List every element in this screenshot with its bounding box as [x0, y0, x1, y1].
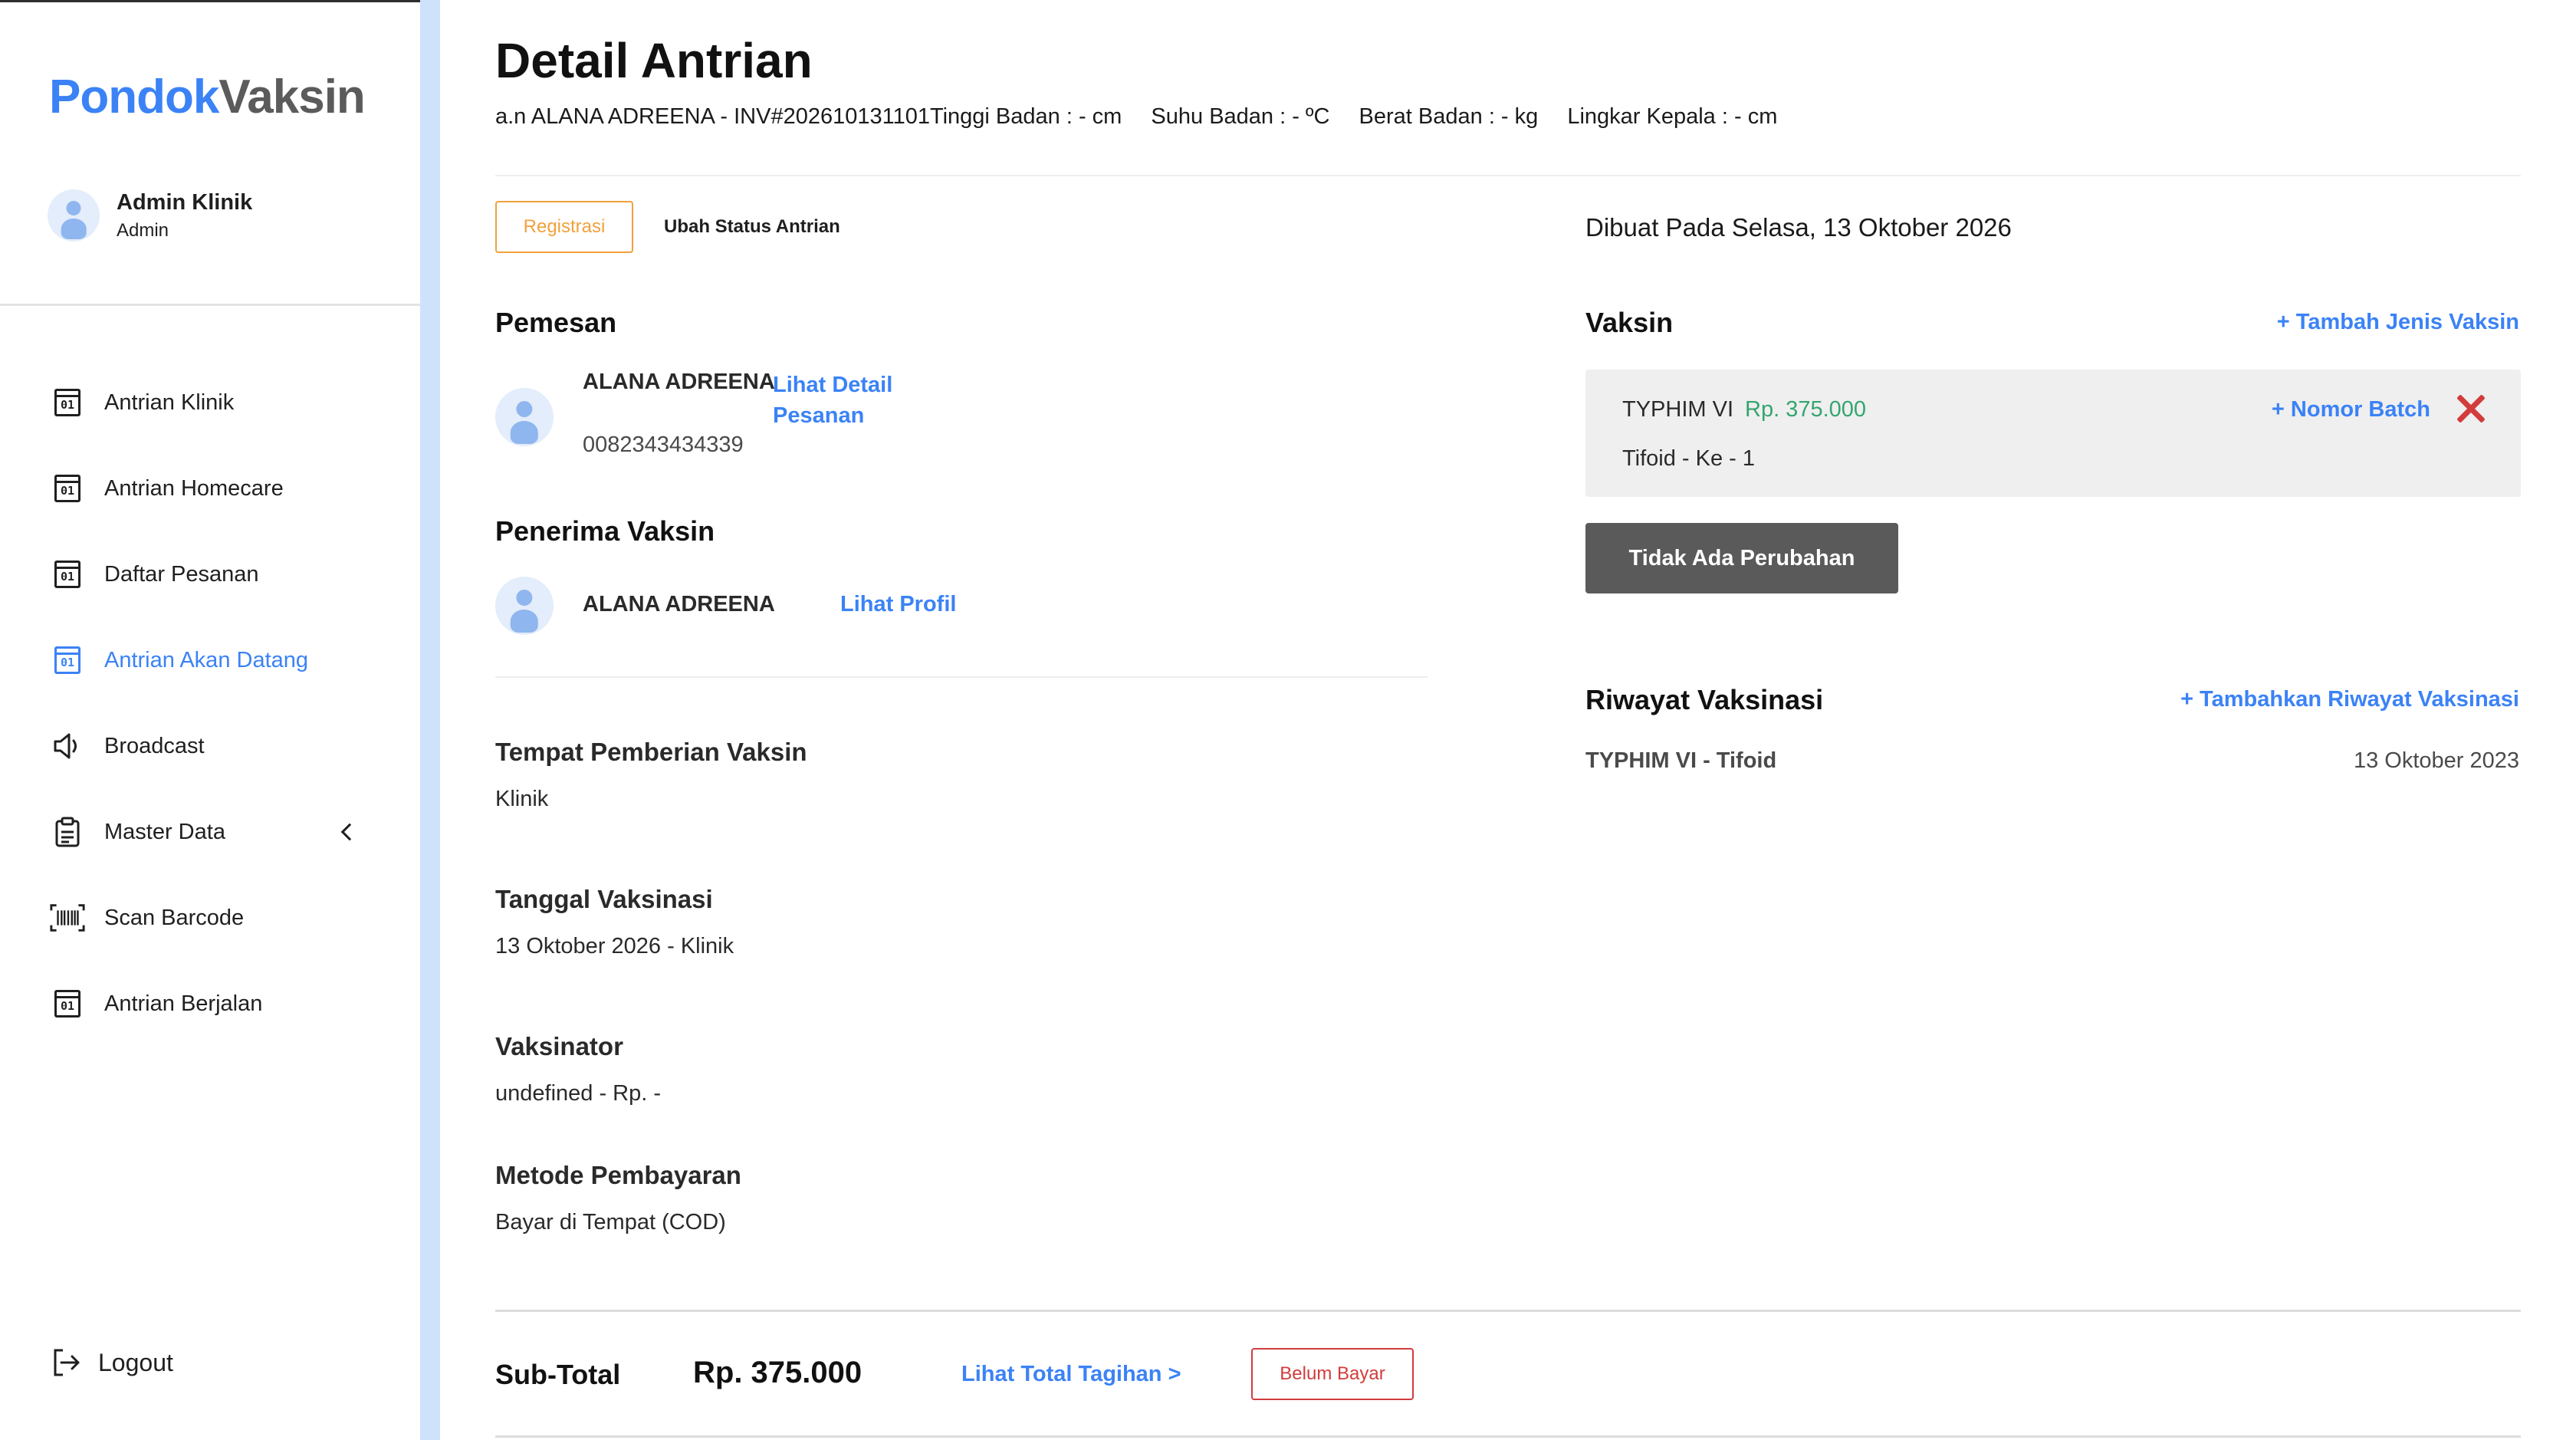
subtotal-label: Sub-Total	[495, 1359, 621, 1390]
speaker-icon	[49, 728, 86, 764]
patient-info-line: a.n ALANA ADREENA - INV#202610131101Ting…	[495, 104, 1800, 130]
date-heading: Tanggal Vaksinasi	[495, 885, 713, 913]
sidebar-item-label: Broadcast	[104, 733, 205, 758]
height-info: Tinggi Badan : - cm	[929, 104, 1122, 129]
vaccinator-value: undefined - Rp. -	[495, 1081, 662, 1106]
footer-divider	[495, 1310, 2521, 1312]
no-change-button[interactable]: Tidak Ada Perubahan	[1585, 523, 1898, 593]
add-vaccine-type-link[interactable]: + Tambah Jenis Vaksin	[2277, 310, 2519, 335]
payment-method-heading: Metode Pembayaran	[495, 1161, 741, 1189]
user-avatar	[48, 189, 100, 242]
date-value: 13 Oktober 2026 - Klinik	[495, 934, 734, 958]
section-divider	[495, 676, 1428, 678]
sidebar-edge	[420, 0, 440, 1440]
orderer-phone: 0082343434339	[583, 432, 744, 457]
user-profile[interactable]: Admin Klinik Admin	[48, 189, 252, 242]
add-batch-number-link[interactable]: + Nomor Batch	[2272, 397, 2430, 422]
sidebar-item-label: Scan Barcode	[104, 905, 245, 930]
view-total-bill-link[interactable]: Lihat Total Tagihan >	[961, 1362, 1181, 1387]
calendar-icon: 01	[49, 470, 86, 507]
barcode-icon	[49, 899, 86, 936]
orderer-avatar	[495, 388, 554, 446]
payment-status-badge: Belum Bayar	[1251, 1348, 1414, 1400]
sidebar-item-master-data[interactable]: Master Data	[49, 789, 379, 875]
history-vaccine: TYPHIM VI - Tifoid	[1585, 748, 1777, 773]
user-name: Admin Klinik	[117, 189, 253, 215]
recipient-heading: Penerima Vaksin	[495, 515, 715, 547]
sidebar-item-label: Antrian Berjalan	[104, 991, 263, 1016]
sidebar-item-antrian-klinik[interactable]: 01 Antrian Klinik	[49, 360, 379, 445]
page-title: Detail Antrian	[495, 33, 813, 88]
vaccine-price: Rp. 375.000	[1745, 397, 1867, 422]
subtotal-value: Rp. 375.000	[693, 1356, 863, 1389]
orderer-heading: Pemesan	[495, 307, 617, 338]
main-content: Detail Antrian a.n ALANA ADREENA - INV#2…	[495, 0, 2521, 1440]
sidebar-menu: 01 Antrian Klinik 01 Antrian Homecare 01…	[49, 360, 379, 1047]
footer-bottom-divider	[495, 1435, 2521, 1438]
calendar-icon: 01	[49, 556, 86, 593]
history-date: 13 Oktober 2023	[2353, 748, 2519, 773]
user-role: Admin	[117, 219, 169, 241]
sidebar-item-label: Antrian Klinik	[104, 390, 235, 415]
logout-button[interactable]: Logout	[49, 1346, 173, 1379]
orderer-name: ALANA ADREENA	[583, 370, 775, 394]
logout-icon	[49, 1346, 83, 1379]
recipient-name: ALANA ADREENA	[583, 592, 775, 616]
created-date: Dibuat Pada Selasa, 13 Oktober 2026	[1585, 213, 2012, 242]
sidebar-item-antrian-berjalan[interactable]: 01 Antrian Berjalan	[49, 961, 379, 1047]
weight-info: Berat Badan : - kg	[1359, 104, 1539, 129]
temperature-info: Suhu Badan : - ºC	[1151, 104, 1330, 129]
clipboard-icon	[49, 814, 86, 850]
place-heading: Tempat Pemberian Vaksin	[495, 738, 807, 766]
tab-registrasi[interactable]: Registrasi	[495, 201, 633, 253]
calendar-icon: 01	[49, 642, 86, 679]
sidebar-item-daftar-pesanan[interactable]: 01 Daftar Pesanan	[49, 531, 379, 617]
sidebar-item-antrian-akan-datang[interactable]: 01 Antrian Akan Datang	[49, 617, 379, 703]
history-heading: Riwayat Vaksinasi	[1585, 684, 1824, 715]
calendar-icon: 01	[49, 384, 86, 421]
sidebar-item-label: Antrian Akan Datang	[104, 647, 309, 672]
sidebar: PondokVaksin Admin Klinik Admin 01 Antri…	[0, 0, 420, 1440]
sidebar-item-antrian-homecare[interactable]: 01 Antrian Homecare	[49, 445, 379, 531]
vaccine-dose: Tifoid - Ke - 1	[1622, 446, 1755, 471]
vaccine-heading: Vaksin	[1585, 307, 1674, 338]
sidebar-item-label: Antrian Homecare	[104, 475, 284, 501]
remove-vaccine-icon[interactable]	[2455, 393, 2487, 425]
sidebar-item-scan-barcode[interactable]: Scan Barcode	[49, 875, 379, 961]
sidebar-item-broadcast[interactable]: Broadcast	[49, 703, 379, 789]
place-value: Klinik	[495, 787, 549, 811]
app-logo[interactable]: PondokVaksin	[49, 70, 366, 124]
sidebar-item-label: Daftar Pesanan	[104, 561, 259, 587]
vaccine-name: TYPHIM VI	[1622, 397, 1734, 422]
header-divider	[495, 175, 2521, 176]
profile-link[interactable]: Lihat Profil	[840, 592, 956, 617]
add-history-link[interactable]: + Tambahkan Riwayat Vaksinasi	[2180, 687, 2519, 712]
sidebar-item-label: Master Data	[104, 819, 225, 844]
logout-label: Logout	[98, 1348, 173, 1376]
recipient-avatar	[495, 577, 554, 635]
vaccine-item-card: TYPHIM VI Rp. 375.000 + Nomor Batch Tifo…	[1585, 370, 2521, 497]
payment-method-value: Bayar di Tempat (COD)	[495, 1210, 726, 1235]
order-detail-link[interactable]: Lihat Detail Pesanan	[773, 370, 892, 431]
chevron-left-icon[interactable]	[340, 823, 359, 841]
sidebar-divider	[0, 304, 420, 306]
tab-ubah-status[interactable]: Ubah Status Antrian	[664, 201, 840, 253]
head-circumference-info: Lingkar Kepala : - cm	[1567, 104, 1778, 129]
patient-invoice: a.n ALANA ADREENA - INV#202610131101	[495, 104, 930, 129]
calendar-icon: 01	[49, 985, 86, 1022]
vaccinator-heading: Vaksinator	[495, 1032, 623, 1060]
